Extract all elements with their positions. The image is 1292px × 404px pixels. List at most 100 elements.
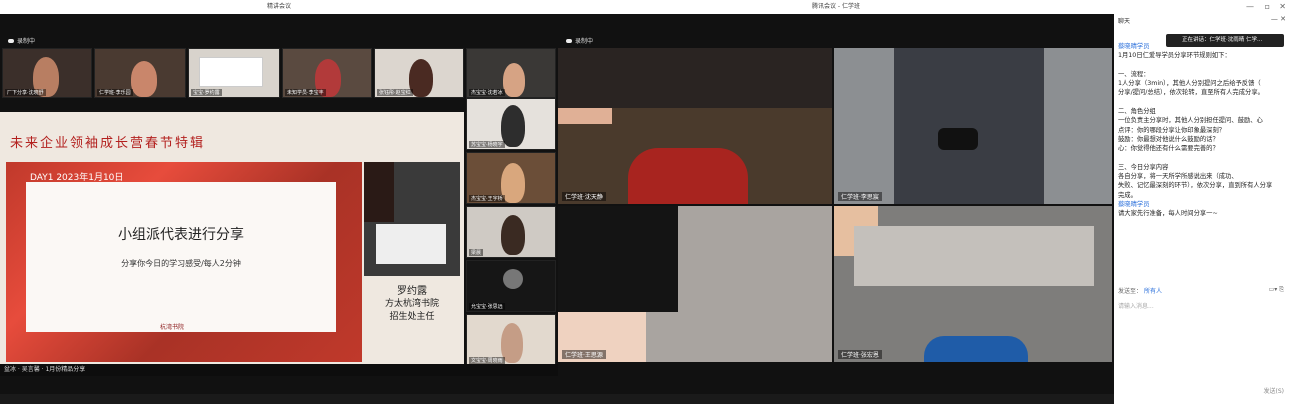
video-thumbnail[interactable]: 仁学班·李乐园	[94, 48, 186, 98]
left-window-title: 精讲会议	[266, 3, 291, 10]
message-line: 失败、记忆最深刻的环节），依次分享，直到所有人分享	[1118, 182, 1273, 190]
speaker-bar: 盆冰 · 吴言馨 · 1月份精品分享	[0, 364, 558, 376]
minimize-icon[interactable]: —	[1246, 2, 1254, 11]
close-icon[interactable]: — ✕	[1271, 15, 1286, 23]
cloud-icon	[566, 38, 572, 43]
video-tile[interactable]: 仁学班·李思宸	[834, 48, 1112, 204]
video-thumbnail[interactable]: 杰宝宝·沈若冰	[466, 48, 556, 98]
presenter-title-line2: 招生处主任	[389, 312, 435, 322]
participant-hair	[558, 206, 678, 312]
thumbnail-label: 梁晨	[469, 249, 484, 256]
video-thumbnail[interactable]: 张钰彤·赵宝红	[374, 48, 464, 98]
video-thumbnail[interactable]: 厂下分享·沈晓舒	[2, 48, 92, 98]
video-thumbnail[interactable]: 未知学员·李宝丰	[282, 48, 372, 98]
video-tile[interactable]: 仁学班·沈天静	[558, 48, 832, 204]
thumbnail-label: 宝宝·罗约露	[191, 89, 222, 96]
video-tile[interactable]: 仁学班·王思源	[558, 206, 832, 362]
message-line: 心：你觉得他还有什么需要完善的？	[1118, 145, 1219, 153]
chat-input[interactable]: 请输入消息...	[1118, 301, 1288, 310]
close-icon[interactable]: ✕	[1279, 2, 1286, 11]
chat-messages: 蔡晓晴学员 1月10日仁爱导学员分享环节规则如下： 一、流程： 1人分享（3mi…	[1118, 42, 1288, 219]
left-meeting-window: 录制中 厂下分享·沈晓舒 仁学班·李乐园 宝宝·罗约露 未知学员·李宝丰 张钰彤…	[0, 14, 558, 394]
recipient-select[interactable]: 所有人	[1144, 288, 1162, 295]
presenter-name: 罗约露	[397, 286, 427, 297]
video-tile[interactable]: 仁学班·张宏恩	[834, 206, 1112, 362]
chat-footer: 发送至： 所有人 ▭▾ ⎘ 请输入消息...	[1118, 286, 1288, 310]
recording-indicator: 录制中	[566, 36, 593, 45]
presenter-title-line1: 方太杭湾书院	[384, 299, 439, 309]
thumbnail-label: 苏宝宝·杨晓宇	[469, 141, 505, 148]
tile-label: 仁学班·张宏恩	[838, 350, 882, 359]
message-line: 1人分享（3min），其他人分别提问之后给予反馈（	[1118, 80, 1261, 88]
message-line: 点评：你的哪段分享让你印象最深刻？	[1118, 126, 1226, 134]
background-ceiling	[854, 226, 1094, 286]
participant-avatar	[501, 215, 525, 255]
message-sender: 蔡晓晴学员	[1118, 43, 1150, 50]
video-thumbnail[interactable]: 文宝宝·周晓雨	[466, 314, 556, 366]
tile-label: 仁学班·沈天静	[562, 192, 606, 201]
video-thumbnail[interactable]: 梁晨	[466, 206, 556, 258]
slide-subheading: 分享你今日的学习感受/每人2分钟	[121, 259, 241, 268]
thumbnail-label: 厂下分享·沈晓舒	[5, 89, 46, 96]
presenter-title: 方太杭湾书院 招生处主任	[364, 298, 460, 324]
message-line: 一、流程：	[1118, 70, 1150, 78]
slide-title: 未来企业领袖成长营春节特辑	[10, 136, 206, 151]
mid-window-titlebar: 腾讯会议 - 仁学班	[558, 0, 1114, 14]
maximize-icon[interactable]: ▫	[1265, 2, 1270, 11]
message-line: 完成。	[1118, 191, 1137, 199]
slide-logo: 杭湾书院	[160, 324, 185, 331]
participant-avatar	[503, 269, 523, 289]
participant-avatar	[501, 163, 525, 203]
participant-body	[894, 48, 1044, 204]
right-window-titlebar: — ▫ ✕	[1114, 0, 1292, 14]
participant-clothing	[924, 336, 1028, 362]
participant-avatar	[503, 63, 525, 97]
participant-avatar	[409, 59, 433, 97]
heart-hands	[938, 128, 978, 150]
participant-avatar	[501, 105, 525, 147]
slide-heading: 小组派代表进行分享	[118, 227, 244, 243]
chat-panel: 聊天 — ✕ 正在讲话：仁学班·沈雨晴 仁学... 蔡晓晴学员 1月10日仁爱导…	[1114, 14, 1292, 404]
message-line	[1118, 61, 1288, 70]
presenter-video	[364, 162, 460, 276]
presenter-paper	[376, 224, 446, 264]
video-thumbnail[interactable]: 允宝宝·张思远	[466, 260, 556, 312]
mid-meeting-window: 录制中 仁学班·沈天静 仁学班·李思宸 仁学班·王思源 仁学班·张宏恩	[558, 14, 1114, 394]
participant-clothing	[628, 148, 748, 204]
thumbnail-label: 杰宝宝·沈若冰	[469, 89, 505, 96]
shared-screen-preview	[199, 57, 263, 87]
mid-window-title: 腾讯会议 - 仁学班	[812, 3, 860, 10]
message-line: 各自分享，将一天所学所感说出来（成功、	[1118, 173, 1238, 181]
message-line: 请大家先行准备，每人时间分享一~	[1118, 210, 1218, 218]
send-to-label: 发送至：	[1118, 288, 1143, 295]
recording-indicator: 录制中	[8, 36, 35, 45]
speaker-text: 盆冰 · 吴言馨 · 1月份精品分享	[4, 366, 86, 373]
message-line: 1月10日仁爱导学员分享环节规则如下：	[1118, 52, 1231, 60]
thumbnail-label: 文宝宝·周晓雨	[469, 357, 505, 364]
cloud-icon	[8, 38, 14, 43]
thumbnail-label: 张钰彤·赵宝红	[377, 89, 413, 96]
shared-slide: 未来企业领袖成长营春节特辑 DAY1 2023年1月10日 小组派代表进行分享 …	[0, 112, 464, 364]
message-line: 二、角色分组	[1118, 108, 1156, 116]
message-line: 一位负责主分享时，其他人分别担任提问、鼓励、心	[1118, 117, 1263, 125]
message-line: 分享/提问/总结），依次轮转，直至所有人完成分享。	[1118, 89, 1264, 97]
message-line: 三、今日分享内容	[1118, 163, 1169, 171]
tile-label: 仁学班·李思宸	[838, 192, 882, 201]
thumbnail-label: 仁学班·李乐园	[97, 89, 133, 96]
attachment-icon[interactable]: ▭▾ ⎘	[1269, 286, 1284, 294]
participant-avatar	[131, 61, 157, 97]
presenter-avatar	[364, 162, 394, 222]
thumbnail-label: 未知学员·李宝丰	[285, 89, 326, 96]
send-button[interactable]: 发送(S)	[1264, 386, 1285, 395]
slide-card	[26, 182, 336, 332]
video-thumbnail[interactable]: 苏宝宝·杨晓宇	[466, 98, 556, 150]
background-shelf	[558, 48, 832, 108]
video-thumbnail[interactable]: 宝宝·罗约露	[188, 48, 280, 98]
recording-status: 录制中	[575, 38, 594, 45]
recording-status: 录制中	[17, 38, 36, 45]
video-thumbnail[interactable]: 杰宝宝·王宇桥	[466, 152, 556, 204]
message-line	[1118, 154, 1288, 163]
chat-title: 聊天	[1118, 18, 1131, 25]
message-sender: 蔡晓晴学员	[1118, 201, 1150, 209]
message-line: 鼓励：你最想对他说什么鼓励的话？	[1118, 135, 1219, 143]
